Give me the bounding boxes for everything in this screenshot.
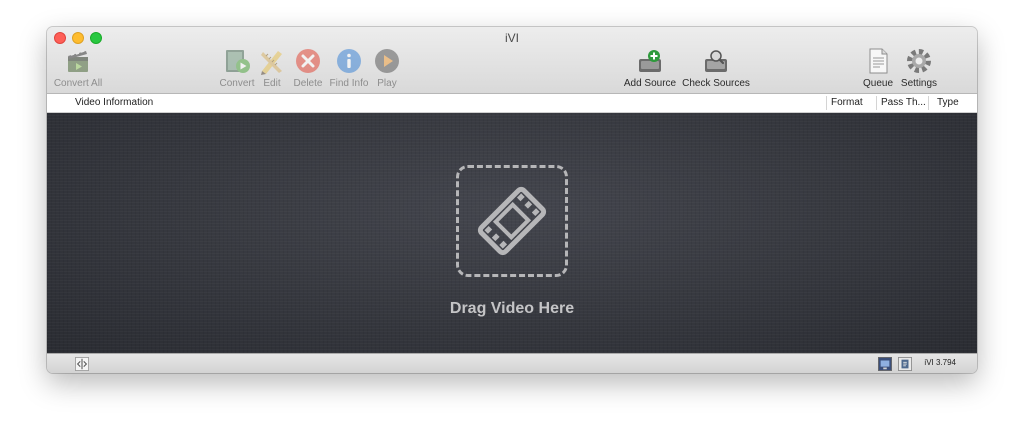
version-label: iVI 3.794 xyxy=(924,358,956,367)
add-source-button[interactable]: Add Source xyxy=(623,47,677,91)
settings-button[interactable]: Settings xyxy=(898,47,940,91)
log-icon[interactable] xyxy=(898,357,912,371)
column-format[interactable]: Format xyxy=(831,94,863,112)
column-pass-through[interactable]: Pass Th... xyxy=(881,94,926,112)
gear-icon xyxy=(907,49,931,73)
table-header: Video Information Format Pass Th... Type xyxy=(47,94,977,113)
column-type[interactable]: Type xyxy=(937,94,959,112)
play-label: Play xyxy=(377,78,397,89)
column-video-information[interactable]: Video Information xyxy=(75,94,153,112)
pencil-ruler-icon xyxy=(261,51,282,75)
column-divider xyxy=(928,96,929,110)
toolbar: iVI Convert All Convert Edit Delete Find… xyxy=(47,27,977,94)
delete-button[interactable]: Delete xyxy=(290,47,326,91)
column-divider xyxy=(876,96,877,110)
document-icon xyxy=(869,48,888,74)
check-sources-label: Check Sources xyxy=(682,78,750,89)
add-drive-icon xyxy=(639,50,661,72)
find-info-label: Find Info xyxy=(329,78,369,89)
monitor-icon[interactable] xyxy=(878,357,892,371)
column-divider xyxy=(826,96,827,110)
video-drop-zone[interactable]: Drag Video Here xyxy=(47,113,977,353)
split-view-icon[interactable] xyxy=(75,357,89,371)
queue-button[interactable]: Queue xyxy=(861,47,895,91)
window-title: iVI xyxy=(504,31,519,45)
edit-label: Edit xyxy=(263,78,281,89)
edit-button[interactable]: Edit xyxy=(257,47,287,91)
convert-button[interactable]: Convert xyxy=(215,47,259,91)
film-strip-icon xyxy=(477,186,547,256)
check-sources-button[interactable]: Check Sources xyxy=(681,47,751,91)
queue-label: Queue xyxy=(862,78,894,89)
settings-label: Settings xyxy=(900,78,938,89)
find-info-button[interactable]: Find Info xyxy=(328,47,370,91)
convert-all-button[interactable]: Convert All xyxy=(52,47,104,91)
x-circle-icon xyxy=(296,49,320,73)
clapperboard-icon xyxy=(68,50,88,72)
info-icon xyxy=(337,49,361,73)
play-button[interactable]: Play xyxy=(372,47,402,91)
search-drive-icon xyxy=(705,50,727,72)
drop-frame xyxy=(456,165,568,277)
convert-label: Convert xyxy=(219,78,255,89)
add-source-label: Add Source xyxy=(623,78,677,89)
convert-all-label: Convert All xyxy=(53,78,103,89)
drop-zone-label: Drag Video Here xyxy=(449,300,575,317)
status-bar: iVI 3.794 xyxy=(47,353,977,373)
app-window: iVI Convert All Convert Edit Delete Find… xyxy=(47,27,977,373)
delete-label: Delete xyxy=(293,78,323,89)
convert-icon xyxy=(226,50,250,73)
play-icon xyxy=(375,49,399,73)
